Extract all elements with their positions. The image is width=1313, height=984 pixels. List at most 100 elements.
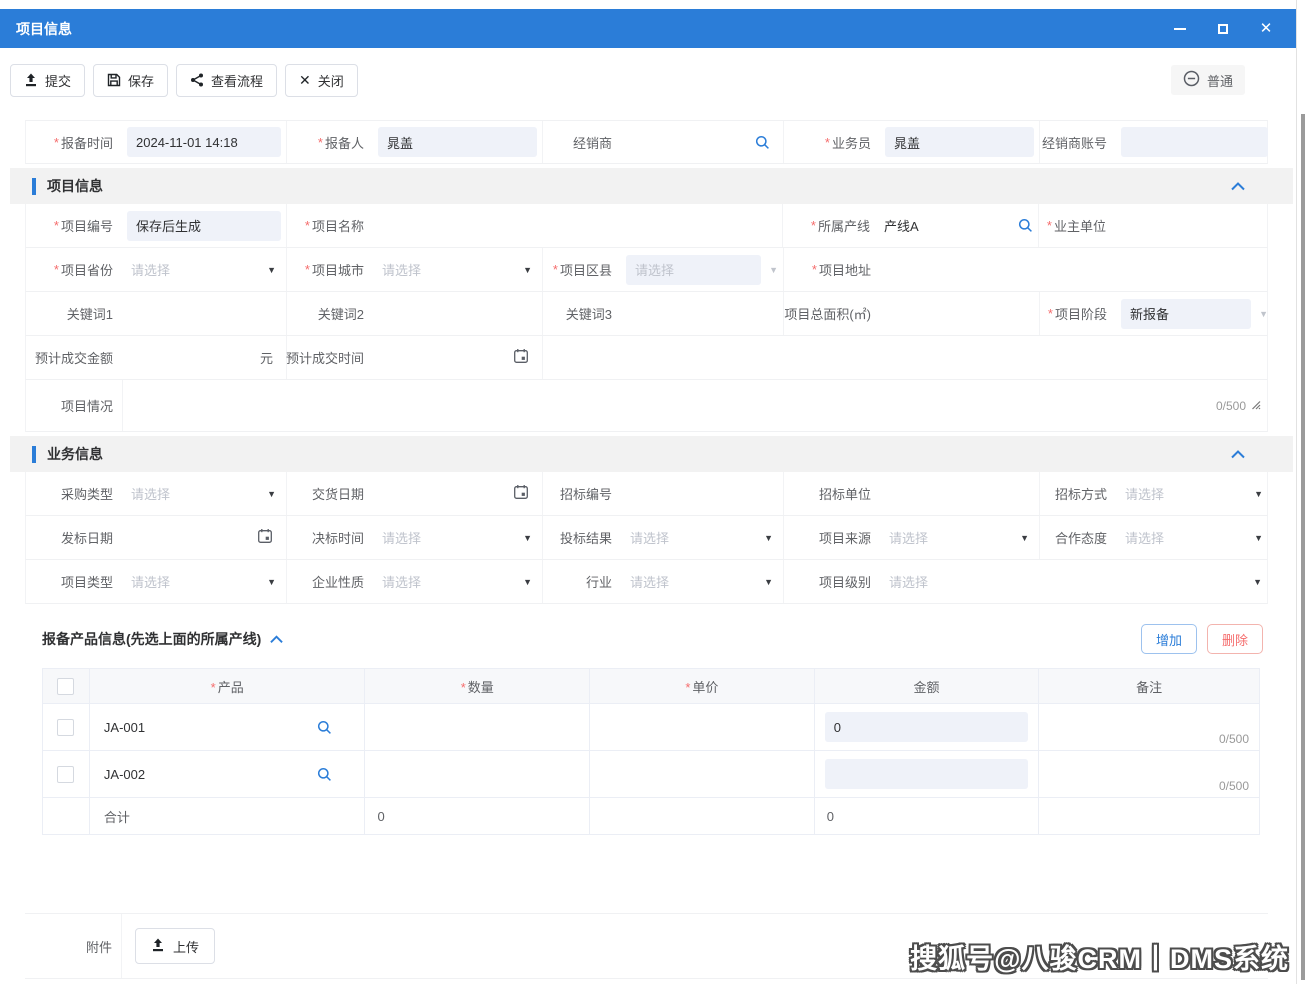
dealer-account-input[interactable] bbox=[1121, 127, 1268, 157]
expected-amount-input[interactable]: 元 bbox=[122, 348, 286, 367]
product-line-input[interactable]: 产线A bbox=[879, 216, 1038, 235]
reporter-value: 晁盖 bbox=[387, 133, 413, 152]
product-table-header: 产品 数量 单价 金额 备注 bbox=[43, 669, 1259, 703]
award-time-select[interactable]: 请选择 ▼ bbox=[373, 528, 542, 547]
calendar-icon[interactable] bbox=[513, 484, 529, 503]
section-accent-bar bbox=[32, 178, 36, 195]
city-select[interactable]: 请选择 ▼ bbox=[373, 260, 542, 279]
situation-label: 项目情况 bbox=[26, 380, 122, 431]
nature-select[interactable]: 请选择 ▼ bbox=[373, 572, 542, 591]
dropdown-arrow-icon: ▼ bbox=[267, 577, 276, 587]
priority-label: 普通 bbox=[1207, 71, 1233, 90]
level-select[interactable]: 请选择 ▼ bbox=[880, 572, 1272, 591]
search-icon[interactable] bbox=[755, 135, 770, 150]
situation-counter: 0/500 bbox=[1216, 399, 1246, 413]
qty-input[interactable] bbox=[364, 751, 589, 797]
upload-button[interactable]: 上传 bbox=[135, 928, 215, 964]
amount-input[interactable] bbox=[825, 759, 1029, 789]
priority-control[interactable]: 普通 bbox=[1171, 65, 1245, 95]
row-checkbox[interactable] bbox=[57, 766, 74, 783]
scrollbar-track[interactable] bbox=[1296, 0, 1313, 984]
minimize-button[interactable] bbox=[1172, 21, 1188, 37]
upload-icon bbox=[24, 73, 38, 87]
search-icon[interactable] bbox=[317, 767, 332, 782]
bid-method-select[interactable]: 请选择 ▼ bbox=[1116, 484, 1273, 503]
qty-column-header: 数量 bbox=[461, 677, 494, 696]
delivery-date-input[interactable] bbox=[373, 484, 542, 503]
issue-date-input[interactable] bbox=[122, 528, 286, 547]
submit-button[interactable]: 提交 bbox=[10, 64, 85, 97]
upload-icon bbox=[151, 938, 165, 955]
dialog-titlebar: 项目信息 ✕ bbox=[0, 9, 1296, 48]
scrollbar-thumb[interactable] bbox=[1301, 114, 1305, 980]
industry-select[interactable]: 请选择 ▼ bbox=[621, 572, 783, 591]
total-row: 合计 0 0 bbox=[43, 797, 1259, 834]
dropdown-arrow-icon: ▼ bbox=[267, 489, 276, 499]
issue-date-label: 发标日期 bbox=[26, 528, 122, 547]
toolbar: 提交 保存 查看流程 ✕ 关闭 普通 bbox=[0, 48, 1296, 112]
resize-handle-icon[interactable] bbox=[1249, 398, 1261, 413]
select-all-checkbox[interactable] bbox=[57, 678, 74, 695]
dropdown-arrow-icon: ▼ bbox=[764, 533, 773, 543]
close-button[interactable]: ✕ 关闭 bbox=[285, 64, 358, 97]
project-type-select[interactable]: 请选择 ▼ bbox=[122, 572, 286, 591]
bid-result-select[interactable]: 请选择 ▼ bbox=[621, 528, 783, 547]
upload-label: 上传 bbox=[173, 937, 199, 956]
search-icon[interactable] bbox=[1018, 218, 1033, 233]
salesman-input[interactable]: 晁盖 bbox=[885, 127, 1034, 157]
purchase-type-label: 采购类型 bbox=[26, 484, 122, 503]
save-button[interactable]: 保存 bbox=[93, 64, 168, 97]
dropdown-arrow-icon: ▼ bbox=[523, 265, 532, 275]
stage-label: 项目阶段 bbox=[1040, 304, 1116, 323]
view-flow-button[interactable]: 查看流程 bbox=[176, 64, 277, 97]
report-time-value: 2024-11-01 14:18 bbox=[136, 135, 238, 150]
amount-input[interactable]: 0 bbox=[825, 712, 1029, 742]
location-row: 项目省份 请选择 ▼ 项目城市 请选择 ▼ 项目区县 请选择 ▼ 项目地址 bbox=[25, 248, 1268, 292]
product-section-header: 报备产品信息(先选上面的所属产线) 增加 删除 bbox=[10, 604, 1293, 668]
calendar-icon[interactable] bbox=[513, 348, 529, 367]
address-label: 项目地址 bbox=[784, 260, 880, 279]
collapse-chevron-icon[interactable] bbox=[1231, 182, 1245, 191]
project-no-input[interactable]: 保存后生成 bbox=[127, 211, 281, 241]
product-table: 产品 数量 单价 金额 备注 JA-001 0 0/500 JA-002 bbox=[42, 668, 1260, 835]
source-select[interactable]: 请选择 ▼ bbox=[880, 528, 1039, 547]
delivery-date-label: 交货日期 bbox=[287, 484, 373, 503]
remark-input[interactable]: 0/500 bbox=[1038, 751, 1259, 797]
report-time-input[interactable]: 2024-11-01 14:18 bbox=[127, 127, 281, 157]
delete-product-button[interactable]: 删除 bbox=[1207, 624, 1263, 654]
search-icon[interactable] bbox=[317, 720, 332, 735]
bidding-row-3: 项目类型 请选择 ▼ 企业性质 请选择 ▼ 行业 请选择 ▼ 项目级别 请选择 bbox=[25, 560, 1268, 604]
total-qty: 0 bbox=[377, 809, 384, 824]
situation-textarea[interactable]: 0/500 bbox=[122, 380, 1267, 431]
qty-input[interactable] bbox=[364, 704, 589, 750]
close-window-button[interactable]: ✕ bbox=[1258, 21, 1274, 37]
purchase-type-select[interactable]: 请选择 ▼ bbox=[122, 484, 286, 503]
province-placeholder: 请选择 bbox=[131, 260, 170, 279]
maximize-button[interactable] bbox=[1215, 21, 1231, 37]
expected-amount-label: 预计成交金额 bbox=[26, 348, 122, 367]
collapse-chevron-icon[interactable] bbox=[270, 635, 283, 644]
bid-method-label: 招标方式 bbox=[1040, 484, 1116, 503]
price-input[interactable] bbox=[589, 704, 814, 750]
dealer-input[interactable] bbox=[621, 135, 783, 150]
remark-input[interactable]: 0/500 bbox=[1038, 704, 1259, 750]
dropdown-arrow-icon: ▼ bbox=[1254, 533, 1263, 543]
reporter-input[interactable]: 晁盖 bbox=[378, 127, 537, 157]
stage-select[interactable]: 新报备 ▼ bbox=[1116, 299, 1273, 329]
project-no-value: 保存后生成 bbox=[136, 216, 201, 235]
product-line-value: 产线A bbox=[884, 216, 919, 235]
collapse-chevron-icon[interactable] bbox=[1231, 450, 1245, 459]
dropdown-arrow-icon: ▼ bbox=[1253, 577, 1262, 587]
cooperation-select[interactable]: 请选择 ▼ bbox=[1116, 528, 1273, 547]
submit-label: 提交 bbox=[45, 71, 71, 90]
project-info-section-title: 项目信息 bbox=[47, 176, 103, 196]
bidding-row-1: 采购类型 请选择 ▼ 交货日期 招标编号 招标单位 招标方式 请选择 ▼ bbox=[25, 472, 1268, 516]
deal-time-input[interactable] bbox=[373, 348, 542, 367]
province-select[interactable]: 请选择 ▼ bbox=[122, 260, 286, 279]
district-select[interactable]: 请选择 ▼ bbox=[621, 255, 783, 285]
row-checkbox[interactable] bbox=[57, 719, 74, 736]
add-product-button[interactable]: 增加 bbox=[1141, 624, 1197, 654]
price-input[interactable] bbox=[589, 751, 814, 797]
product-row: JA-002 0/500 bbox=[43, 750, 1259, 797]
calendar-icon[interactable] bbox=[257, 528, 273, 547]
